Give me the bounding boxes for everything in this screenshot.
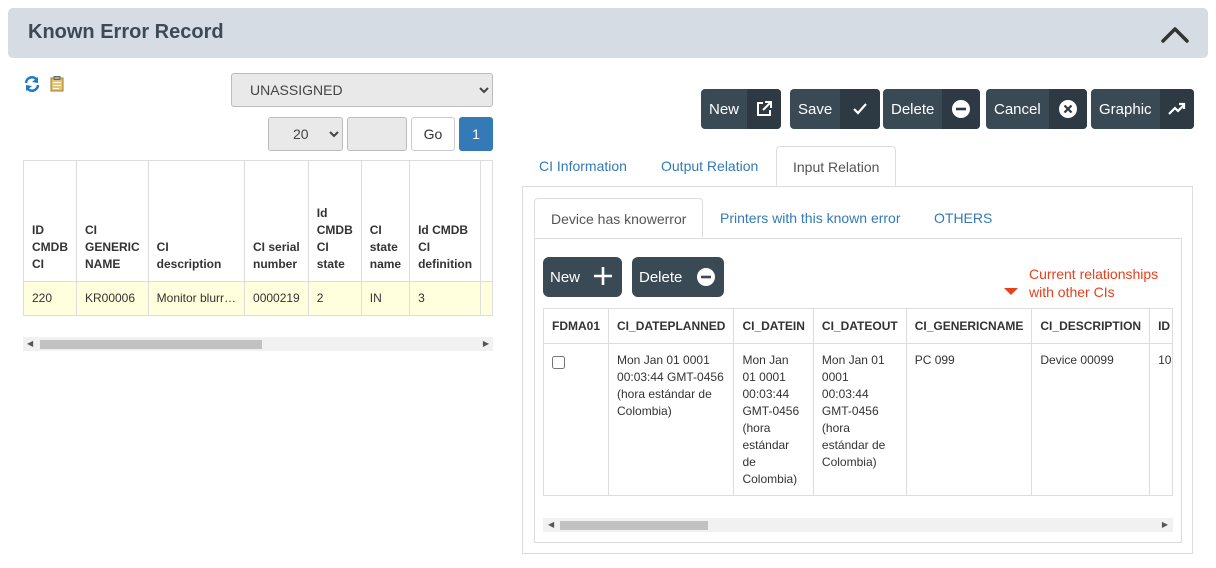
table-cell: 10: [1149, 343, 1172, 495]
table-cell: 2: [308, 281, 362, 315]
column-header[interactable]: CI description: [148, 161, 246, 282]
table-cell: [480, 281, 492, 315]
table-cell: Monitor blurr…: [148, 281, 246, 315]
table-cell: 0000219: [244, 281, 309, 315]
new-button[interactable]: New: [701, 89, 782, 129]
column-header[interactable]: CI serial number: [244, 161, 309, 282]
column-header[interactable]: CI GENERIC NAME: [76, 161, 149, 282]
note-line: Current relationships: [1029, 266, 1159, 282]
tab-input-relation[interactable]: Input Relation: [776, 146, 897, 186]
minus-circle-icon: [942, 89, 981, 129]
column-header[interactable]: ID: [1149, 309, 1172, 344]
new-button-label: New: [709, 100, 740, 118]
delete-button-label: Delete: [891, 100, 935, 118]
column-header[interactable]: ID CMDB CI: [24, 161, 77, 282]
page-title: Known Error Record: [28, 21, 224, 43]
table-cell: KR00006: [76, 281, 149, 315]
relation-new-button[interactable]: New: [543, 257, 622, 297]
table-cell: IN: [361, 281, 411, 315]
close-circle-icon: [1048, 89, 1087, 129]
table-row[interactable]: Mon Jan 01 0001 00:03:44 GMT-0456 (hora …: [544, 343, 1172, 495]
subtab-device-has-knowerror[interactable]: Device has knowerror: [534, 198, 704, 238]
table-cell: Mon Jan 01 0001 00:03:44 GMT-0456 (hora …: [813, 343, 907, 495]
scroll-thumb[interactable]: [560, 521, 708, 530]
table-cell: PC 099: [906, 343, 1033, 495]
tab-ci-information[interactable]: CI Information: [523, 146, 643, 186]
table-cell: 3: [409, 281, 482, 315]
table-cell: Mon Jan 01 0001 00:03:44 GMT-0456 (hora …: [733, 343, 814, 495]
graphic-button-label: Graphic: [1099, 100, 1152, 118]
page-1-button[interactable]: 1: [459, 117, 493, 151]
cancel-button[interactable]: Cancel: [986, 89, 1087, 129]
page-size-select[interactable]: 20: [268, 117, 343, 151]
page-number-input[interactable]: [347, 117, 407, 151]
relation-delete-label: Delete: [639, 268, 683, 286]
column-header[interactable]: FDMA01: [544, 309, 610, 344]
known-error-grid: ID CMDB CI CI GENERIC NAME CI descriptio…: [23, 160, 493, 316]
subtab-others[interactable]: OTHERS: [918, 198, 1008, 238]
column-header[interactable]: CI_GENERICNAME: [906, 309, 1033, 344]
graphic-button[interactable]: Graphic: [1091, 89, 1194, 129]
go-button[interactable]: Go: [411, 117, 455, 151]
scroll-right-icon[interactable]: ▶: [483, 339, 489, 348]
relation-delete-button[interactable]: Delete: [632, 257, 724, 297]
relationships-note: Current relationships with other CIs: [1029, 265, 1158, 301]
scroll-right-icon[interactable]: ▶: [1162, 520, 1168, 529]
table-cell: Device 00099: [1031, 343, 1151, 495]
column-header[interactable]: CI_DATEIN: [733, 309, 814, 344]
left-grid-scrollbar[interactable]: ◀ ▶: [23, 337, 493, 351]
tab-output-relation[interactable]: Output Relation: [645, 146, 774, 186]
table-cell: 220: [24, 281, 77, 315]
minus-circle-icon: [696, 267, 716, 291]
plus-icon: [592, 265, 614, 291]
column-header[interactable]: CI state name: [361, 161, 411, 282]
trend-chart-icon: [1159, 89, 1194, 129]
check-icon: [840, 89, 881, 129]
state-filter-select[interactable]: UNASSIGNED: [231, 73, 493, 107]
scroll-left-icon[interactable]: ◀: [27, 339, 33, 348]
subtab-printers[interactable]: Printers with this known error: [704, 198, 917, 238]
column-header-empty: [480, 161, 492, 282]
save-button[interactable]: Save: [790, 89, 881, 129]
caret-down-icon: [1004, 288, 1018, 295]
collapse-chevron-icon[interactable]: [1160, 22, 1190, 46]
table-row[interactable]: 220 KR00006 Monitor blurr… 0000219 2 IN …: [24, 281, 492, 315]
column-header[interactable]: CI_DATEPLANNED: [608, 309, 735, 344]
column-header[interactable]: Id CMDB CI state: [308, 161, 362, 282]
relations-grid: FDMA01 CI_DATEPLANNED CI_DATEIN CI_DATEO…: [543, 308, 1173, 496]
table-cell: [544, 343, 610, 495]
cancel-button-label: Cancel: [994, 100, 1041, 118]
row-select-checkbox[interactable]: [552, 355, 565, 369]
column-header[interactable]: Id CMDB CI definition: [409, 161, 482, 282]
section-header: Known Error Record: [8, 8, 1208, 58]
column-header[interactable]: CI_DESCRIPTION: [1031, 309, 1151, 344]
right-grid-scrollbar[interactable]: ◀ ▶: [543, 518, 1173, 532]
table-cell: Mon Jan 01 0001 00:03:44 GMT-0456 (hora …: [608, 343, 735, 495]
scroll-left-icon[interactable]: ◀: [548, 520, 554, 529]
external-link-icon: [747, 89, 782, 129]
note-line: with other CIs: [1029, 284, 1115, 300]
scroll-thumb[interactable]: [40, 340, 262, 349]
column-header[interactable]: CI_DATEOUT: [813, 309, 907, 344]
relation-new-label: New: [550, 268, 581, 286]
clipboard-icon[interactable]: [50, 76, 64, 95]
save-button-label: Save: [798, 100, 833, 118]
delete-button[interactable]: Delete: [883, 89, 981, 129]
refresh-icon[interactable]: [24, 76, 40, 95]
